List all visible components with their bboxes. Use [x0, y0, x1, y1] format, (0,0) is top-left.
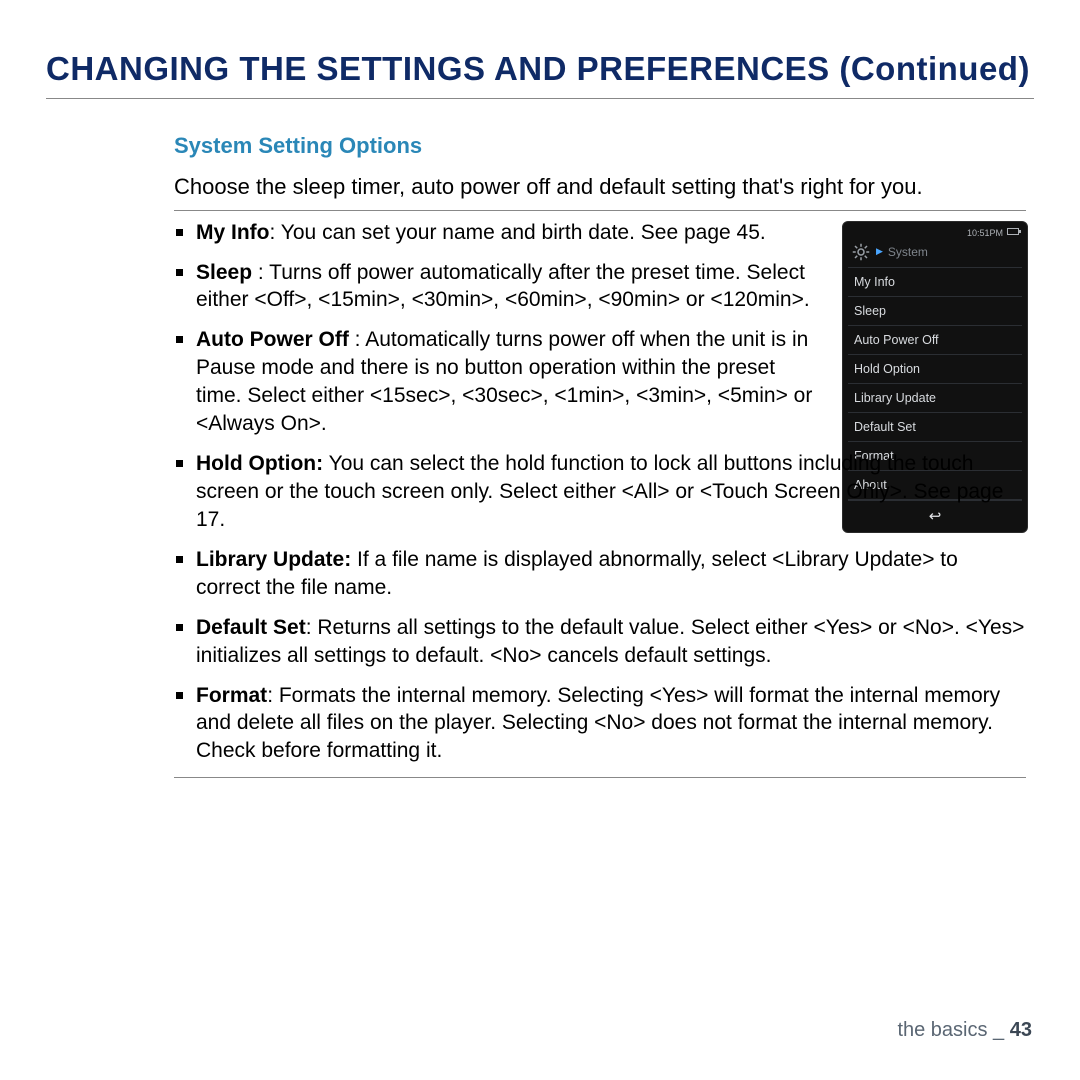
- bullet-item: My Info: You can set your name and birth…: [174, 219, 1026, 247]
- body-area: 10:51PM ▶ System My Info Sleep Auto Powe…: [174, 219, 1026, 779]
- bullet-text: Returns all settings to the default valu…: [196, 616, 1024, 667]
- bullet-label: Default Set: [196, 616, 306, 639]
- footer-page-number: 43: [1010, 1019, 1032, 1041]
- bullet-list: My Info: You can set your name and birth…: [174, 219, 1026, 766]
- content-column: System Setting Options Choose the sleep …: [46, 133, 1034, 778]
- bullet-text: Formats the internal memory. Selecting <…: [196, 684, 1000, 763]
- bullet-sep: :: [267, 684, 279, 707]
- bullet-sep: :: [270, 221, 281, 244]
- page-footer: the basics _ 43: [897, 1019, 1032, 1042]
- bullet-item: Auto Power Off : Automatically turns pow…: [174, 326, 1026, 438]
- play-triangle-icon: ▶: [876, 246, 883, 257]
- bullet-text: You can set your name and birth date. Se…: [281, 221, 766, 244]
- bullet-label: Library Update:: [196, 548, 351, 571]
- bullet-label: My Info: [196, 221, 270, 244]
- bullet-item: Hold Option: You can select the hold fun…: [174, 450, 1026, 534]
- bullet-item: Default Set: Returns all settings to the…: [174, 614, 1026, 670]
- footer-section: the basics: [897, 1019, 987, 1041]
- footer-sep: _: [988, 1019, 1010, 1041]
- bullet-sep: :: [252, 261, 269, 284]
- bullet-label: Hold Option:: [196, 452, 323, 475]
- bullet-label: Sleep: [196, 261, 252, 284]
- bullet-item: Library Update: If a file name is displa…: [174, 546, 1026, 602]
- section-heading: System Setting Options: [174, 133, 1026, 159]
- bullet-item: Sleep : Turns off power automatically af…: [174, 259, 1026, 315]
- bullet-sep: :: [349, 328, 365, 351]
- bullet-item: Format: Formats the internal memory. Sel…: [174, 682, 1026, 766]
- device-title-label: System: [888, 245, 928, 259]
- bullet-label: Auto Power Off: [196, 328, 349, 351]
- bullet-text: Turns off power automatically after the …: [196, 261, 810, 312]
- bullet-sep: :: [306, 616, 318, 639]
- section-intro: Choose the sleep timer, auto power off a…: [174, 173, 1026, 211]
- page-title: CHANGING THE SETTINGS AND PREFERENCES (C…: [46, 50, 1034, 99]
- bullet-label: Format: [196, 684, 267, 707]
- closing-rule: [174, 777, 1026, 778]
